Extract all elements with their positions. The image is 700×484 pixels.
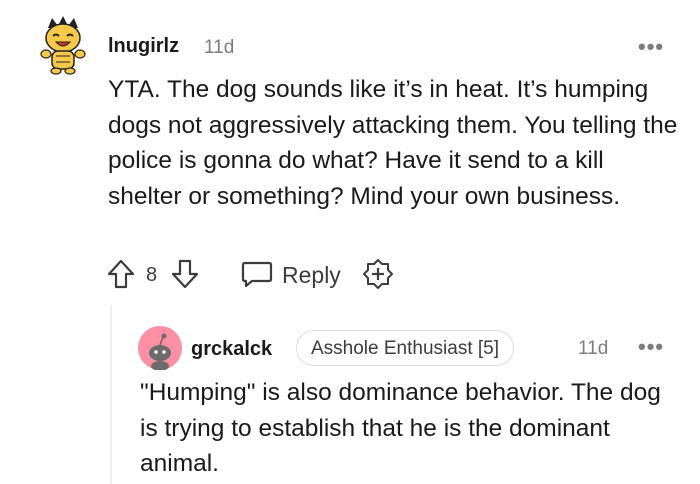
award-plus-icon[interactable] — [362, 258, 394, 290]
downvote-icon[interactable] — [170, 258, 200, 290]
comment-body: YTA. The dog sounds like it’s in heat. I… — [108, 76, 678, 210]
reply-button[interactable]: Reply — [282, 262, 341, 289]
more-horizontal-icon[interactable]: ••• — [638, 334, 664, 360]
upvote-icon[interactable] — [106, 258, 136, 290]
vote-count: 8 — [146, 264, 158, 286]
reply-bubble-icon[interactable] — [241, 260, 273, 288]
reply-avatar[interactable] — [138, 326, 182, 371]
user-avatar[interactable] — [34, 14, 92, 76]
thread-line[interactable] — [110, 305, 112, 484]
reply-username[interactable]: grckalck — [191, 338, 272, 361]
more-horizontal-icon[interactable]: ••• — [638, 34, 664, 60]
comment-username[interactable]: lnugirlz — [108, 35, 179, 58]
comment-timestamp[interactable]: 11d — [204, 37, 234, 59]
user-flair: Asshole Enthusiast [5] — [296, 330, 514, 366]
reply-body: "Humping" is also dominance behavior. Th… — [140, 379, 661, 477]
reply-timestamp[interactable]: 11d — [578, 338, 608, 360]
